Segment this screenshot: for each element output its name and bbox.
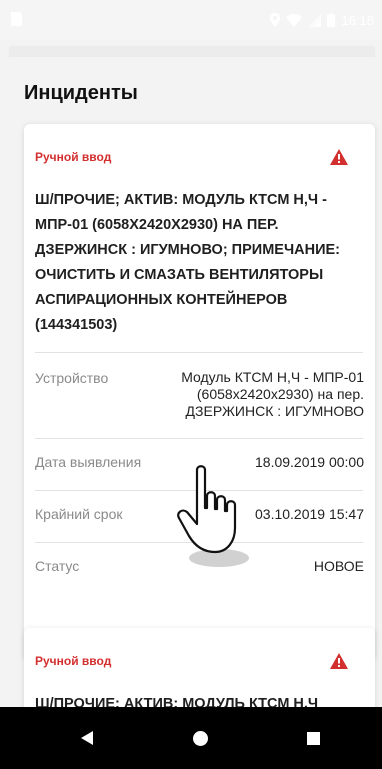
status-bar: 16:18 [0,0,382,40]
battery-icon [327,13,336,27]
incident-card[interactable]: Ручной ввод Ш/ПРОЧИЕ; АКТИВ: МОДУЛЬ КТСМ… [24,628,375,707]
device-label: Устройство [35,370,109,386]
home-icon[interactable] [193,731,208,746]
app-header-strip [9,46,375,57]
incident-description: Ш/ПРОЧИЕ; АКТИВ: МОДУЛЬ КТСМ Н,Ч [35,696,319,707]
status-label: Статус [35,558,80,574]
divider [35,438,363,439]
warning-icon [330,149,348,170]
page-title: Инциденты [24,82,138,104]
incident-card[interactable]: Ручной ввод Ш/ПРОЧИЕ; АКТИВ: МОДУЛЬ КТСМ… [24,124,375,660]
deadline-value: 03.10.2019 15:47 [255,506,364,522]
detected-date-value: 18.09.2019 00:00 [255,454,364,470]
deadline-label: Крайний срок [35,506,123,522]
system-nav-bar [0,707,382,769]
incident-description: Ш/ПРОЧИЕ; АКТИВ: МОДУЛЬ КТСМ Н,Ч - МПР-0… [35,192,341,333]
clock-text: 16:18 [341,12,374,28]
detected-date-label: Дата выявления [35,454,142,470]
divider [35,352,363,353]
device-value: Модуль КТСМ Н,Ч - МПР-01 (6058x2420x2930… [181,369,364,419]
incident-source: Ручной ввод [35,654,112,668]
back-icon[interactable] [81,731,93,745]
location-icon [270,13,281,27]
signal-icon [308,13,322,27]
recents-icon[interactable] [307,732,320,745]
status-value: НОВОЕ [313,558,364,574]
incident-source: Ручной ввод [35,150,112,164]
incident-list-screen[interactable]: Инциденты Ручной ввод Ш/ПРОЧИЕ; АКТИВ: М… [0,58,382,707]
sd-card-icon [11,12,22,26]
wifi-icon [286,13,303,27]
warning-icon [330,653,348,674]
tap-hand-icon [175,462,255,577]
